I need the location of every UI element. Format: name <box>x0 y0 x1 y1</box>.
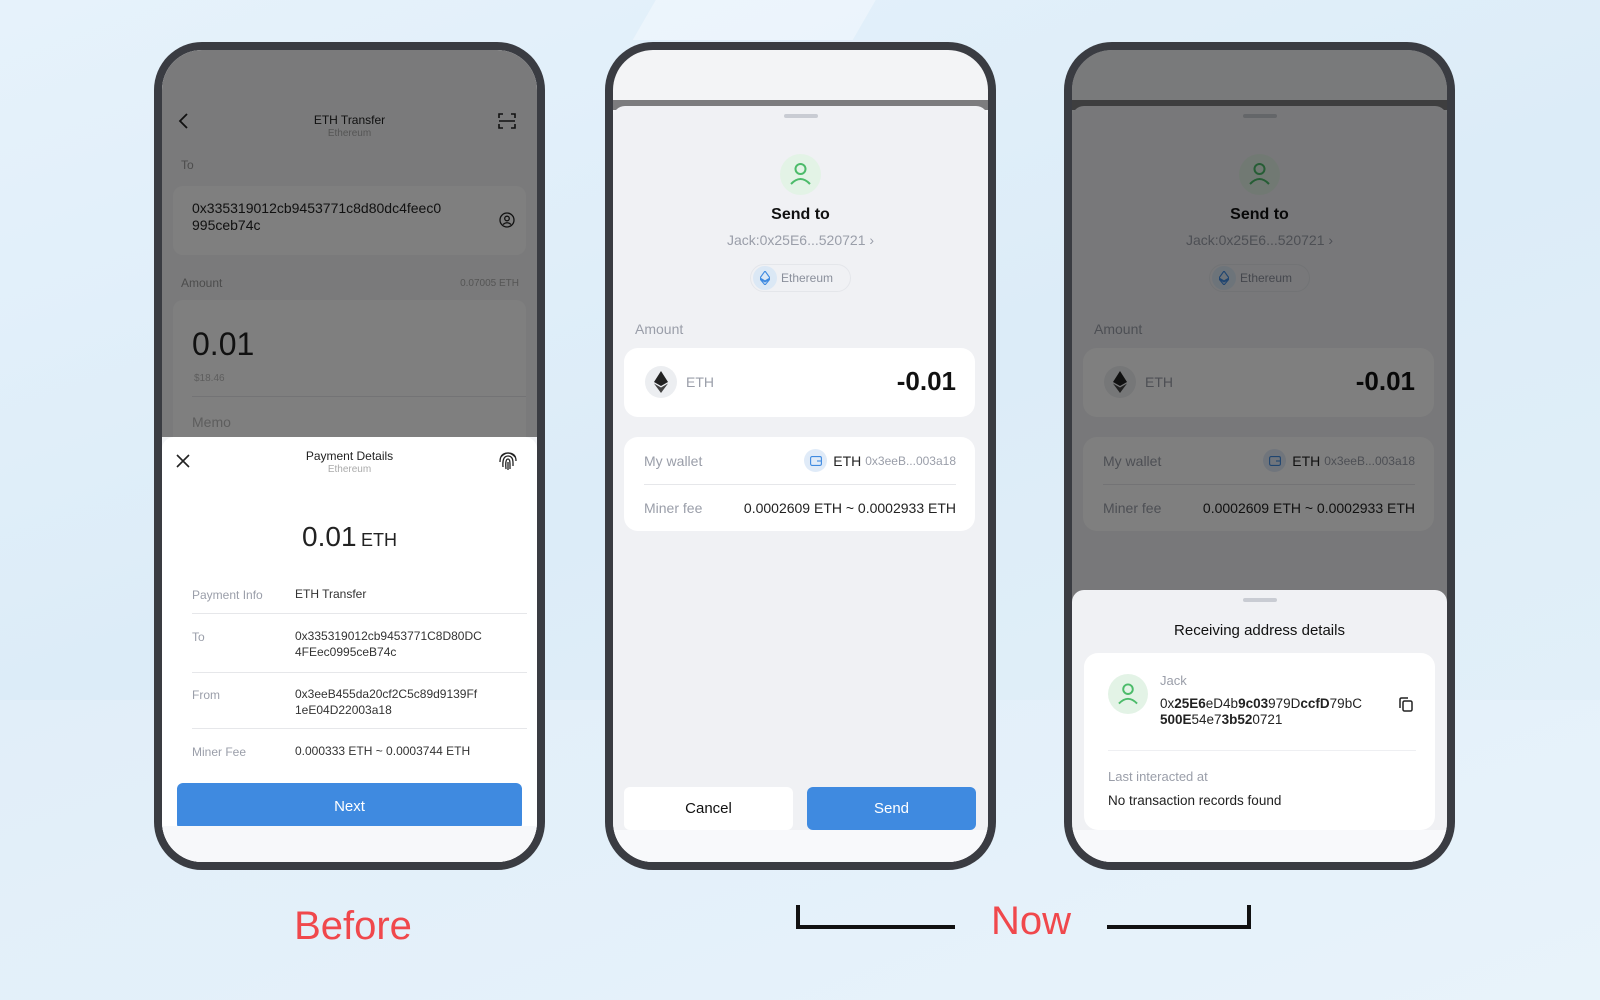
address-card: Jack 0x25E6eD4b9c03979DccfD79bC 500E54e7… <box>1084 653 1435 830</box>
user-icon <box>790 163 811 185</box>
address-segment: eD4b <box>1205 696 1239 711</box>
my-wallet-label: My wallet <box>644 453 703 469</box>
divider <box>1108 750 1416 751</box>
sheet-handle[interactable] <box>1242 598 1277 602</box>
my-wallet-value: ETH 0x3eeB...003a18 <box>804 449 956 472</box>
sheet-handle[interactable] <box>783 114 818 118</box>
address-segment: 0721 <box>1252 712 1283 727</box>
contact-address: 0x25E6eD4b9c03979DccfD79bC 500E54e73b520… <box>1160 696 1362 728</box>
wallet-icon <box>804 449 828 472</box>
contact-name: Jack <box>1160 673 1187 688</box>
chevron-right-icon: › <box>869 232 875 248</box>
address-segment: 54e7 <box>1191 712 1222 727</box>
eth-token-icon <box>645 366 677 398</box>
send-button[interactable]: Send <box>807 787 976 830</box>
address-segment: 9c03 <box>1238 696 1269 711</box>
dim-overlay[interactable] <box>162 50 537 437</box>
phone-before: ETH Transfer Ethereum To 0x335319012cb94… <box>154 42 545 870</box>
amount-card: ETH -0.01 <box>624 348 975 417</box>
divider <box>192 613 527 614</box>
row-value: 0x3eeB455da20cf2C5c89d9139Ff <box>295 687 478 701</box>
row-value: 0x335319012cb9453771C8D80DC <box>295 629 482 643</box>
send-confirm-sheet: Send to Jack:0x25E6...520721 › Ethereum … <box>613 106 988 862</box>
row-value: ETH Transfer <box>295 587 367 601</box>
payment-details-sheet: Payment Details Ethereum 0.01 ETH Paymen… <box>162 437 537 862</box>
row-value-line2: 4FEec0995ceB74c <box>295 645 397 659</box>
sheet-title: Receiving address details <box>1174 622 1345 639</box>
miner-fee-label: Miner fee <box>644 500 703 516</box>
address-line2: 500E54e73b520721 <box>1160 712 1362 728</box>
row-value-line2: 1eE04D22003a18 <box>295 703 392 717</box>
miner-fee-value: 0.0002609 ETH ~ 0.0002933 ETH <box>743 500 956 516</box>
bracket-right <box>1107 905 1251 929</box>
now-caption: Now <box>990 899 1072 943</box>
payment-amount: 0.01 ETH <box>162 521 537 553</box>
next-button[interactable]: Next <box>177 783 522 830</box>
screen-now-confirm: Send to Jack:0x25E6...520721 › Ethereum … <box>613 50 988 862</box>
recipient-link[interactable]: Jack:0x25E6...520721 › <box>613 232 988 248</box>
amount-value: -0.01 <box>896 366 956 396</box>
screen-now-details: Send to Jack:0x25E6...520721 › Ethereum … <box>1072 50 1447 862</box>
screen-before: ETH Transfer Ethereum To 0x335319012cb94… <box>162 50 537 862</box>
avatar <box>1108 674 1148 714</box>
sheet-title: Payment Details <box>305 449 394 463</box>
payment-amount-unit: ETH <box>360 530 397 550</box>
row-label: Payment Info <box>192 588 263 602</box>
cancel-button[interactable]: Cancel <box>624 787 793 830</box>
address-line1: 0x25E6eD4b9c03979DccfD79bC <box>1160 696 1362 712</box>
send-to-title: Send to <box>771 206 830 223</box>
home-indicator-area <box>613 830 988 862</box>
row-value: 0.000333 ETH ~ 0.0003744 ETH <box>295 744 471 758</box>
last-interacted-label: Last interacted at <box>1108 769 1208 784</box>
sheet-subtitle: Ethereum <box>327 464 372 475</box>
network-badge: Ethereum <box>750 264 851 292</box>
address-segment: 3b52 <box>1221 712 1253 727</box>
address-segment: 500E <box>1160 712 1192 727</box>
network-name: Ethereum <box>781 271 834 285</box>
wallet-address: 0x3eeB...003a18 <box>865 453 956 468</box>
bracket-left <box>796 905 955 929</box>
payment-amount-value: 0.01 <box>302 521 357 552</box>
copy-icon[interactable] <box>1399 697 1413 712</box>
wallet-token: ETH <box>833 452 862 469</box>
address-details-sheet: Receiving address details Jack 0x25E6eD4… <box>1072 590 1447 862</box>
token-symbol: ETH <box>686 374 714 390</box>
user-icon <box>1118 683 1138 705</box>
divider <box>192 728 527 729</box>
address-segment: 25E6 <box>1174 696 1206 711</box>
ethereum-icon <box>753 266 777 290</box>
before-caption: Before <box>294 904 412 948</box>
row-label: Miner Fee <box>192 745 247 759</box>
divider <box>644 484 956 485</box>
address-segment: 979D <box>1268 696 1301 711</box>
amount-label: Amount <box>635 321 684 337</box>
home-indicator-area <box>162 826 537 862</box>
recipient-address: Jack:0x25E6...520721 <box>726 232 866 248</box>
last-interacted-value: No transaction records found <box>1108 793 1282 808</box>
divider <box>192 672 527 673</box>
row-label: From <box>192 688 220 702</box>
address-segment: ccfD <box>1300 696 1330 711</box>
phone-now-details: Send to Jack:0x25E6...520721 › Ethereum … <box>1064 42 1455 870</box>
address-segment: 0x <box>1160 696 1175 711</box>
row-label: To <box>192 630 205 644</box>
address-segment: 79bC <box>1329 696 1362 711</box>
avatar <box>780 154 821 195</box>
phone-now-confirm: Send to Jack:0x25E6...520721 › Ethereum … <box>605 42 996 870</box>
wallet-fee-card: My wallet ETH 0x3eeB...003a18 Miner fee … <box>624 437 975 531</box>
fingerprint-icon[interactable] <box>497 449 519 471</box>
home-indicator-area <box>1072 830 1447 862</box>
